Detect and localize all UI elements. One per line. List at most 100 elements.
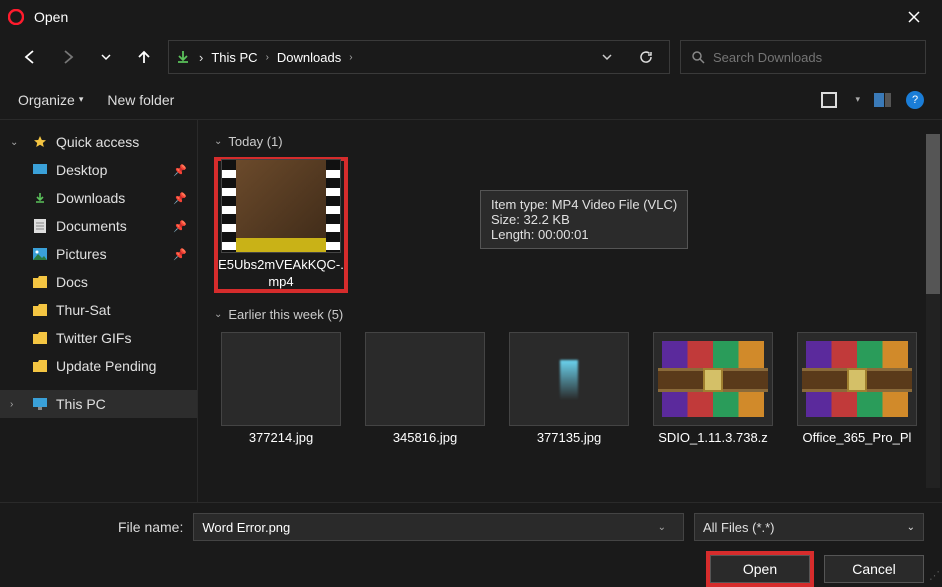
star-icon: [32, 134, 48, 150]
chevron-down-icon: ▾: [79, 94, 84, 105]
file-name: 377135.jpg: [537, 430, 601, 447]
file-item[interactable]: 377214.jpg: [216, 332, 346, 447]
file-item[interactable]: SDIO_1.11.3.738.z: [648, 332, 778, 447]
file-name: 377214.jpg: [249, 430, 313, 447]
file-item[interactable]: 377135.jpg: [504, 332, 634, 447]
file-content: ⌄ Today (1) E5Ubs2mVEAkKQC-.mp4 Item typ…: [198, 120, 942, 502]
scrollbar-thumb[interactable]: [926, 134, 940, 294]
sidebar-item-desktop[interactable]: Desktop 📌: [0, 156, 197, 184]
close-button[interactable]: [894, 1, 934, 33]
forward-button[interactable]: [54, 43, 82, 71]
search-box[interactable]: [680, 40, 926, 74]
address-dropdown[interactable]: [593, 43, 621, 71]
chevron-right-icon: ›: [10, 399, 24, 410]
sidebar: ⌄ Quick access Desktop 📌 Downloads 📌 Doc…: [0, 120, 198, 502]
sidebar-item-documents[interactable]: Documents 📌: [0, 212, 197, 240]
refresh-button[interactable]: [629, 40, 663, 74]
recent-dropdown[interactable]: [92, 43, 120, 71]
chevron-down-icon: ⌄: [214, 309, 222, 320]
sidebar-label: Docs: [56, 274, 88, 290]
back-button[interactable]: [16, 43, 44, 71]
file-type-filter[interactable]: All Files (*.*) ⌄: [694, 513, 924, 541]
sidebar-label: This PC: [56, 396, 106, 412]
sidebar-item-twitter-gifs[interactable]: Twitter GIFs: [0, 324, 197, 352]
sidebar-label: Thur-Sat: [56, 302, 110, 318]
sidebar-item-docs[interactable]: Docs: [0, 268, 197, 296]
address-bar[interactable]: › This PC › Downloads ›: [168, 40, 670, 74]
pin-icon: 📌: [173, 164, 187, 177]
file-name: SDIO_1.11.3.738.z: [658, 430, 768, 447]
tooltip-line: Length: 00:00:01: [491, 227, 677, 242]
pictures-icon: [32, 246, 48, 262]
download-folder-icon: [175, 49, 191, 65]
toolbar: Organize ▾ New folder ▾ ?: [0, 80, 942, 120]
folder-icon: [32, 330, 48, 346]
search-icon: [691, 50, 705, 64]
group-earlier[interactable]: ⌄ Earlier this week (5): [214, 307, 930, 322]
filename-label: File name:: [118, 519, 183, 535]
filename-input[interactable]: [202, 520, 657, 535]
view-mode-button[interactable]: [821, 92, 841, 108]
help-button[interactable]: ?: [906, 91, 924, 109]
pin-icon: 📌: [173, 192, 187, 205]
window-title: Open: [34, 9, 68, 25]
open-button[interactable]: Open: [710, 555, 810, 583]
filename-input-wrap[interactable]: ⌄: [193, 513, 684, 541]
pin-icon: 📌: [173, 220, 187, 233]
resize-grip[interactable]: ⋰: [929, 569, 940, 582]
sidebar-item-update-pending[interactable]: Update Pending: [0, 352, 197, 380]
sidebar-label: Update Pending: [56, 358, 156, 374]
chevron-right-icon: ›: [262, 52, 273, 63]
tooltip-line: Size: 32.2 KB: [491, 212, 677, 227]
chevron-down-icon: ⌄: [10, 137, 24, 148]
folder-icon: [32, 302, 48, 318]
folder-icon: [32, 358, 48, 374]
sidebar-this-pc[interactable]: › This PC: [0, 390, 197, 418]
new-folder-button[interactable]: New folder: [107, 92, 174, 108]
sidebar-item-thur-sat[interactable]: Thur-Sat: [0, 296, 197, 324]
file-name: E5Ubs2mVEAkKQC-.mp4: [216, 257, 346, 291]
file-name: 345816.jpg: [393, 430, 457, 447]
organize-button[interactable]: Organize ▾: [18, 92, 83, 108]
titlebar: Open: [0, 0, 942, 34]
image-thumbnail: [509, 332, 629, 426]
tooltip-line: Item type: MP4 Video File (VLC): [491, 197, 677, 212]
chevron-down-icon: ⌄: [214, 136, 222, 147]
folder-icon: [32, 274, 48, 290]
view-dropdown[interactable]: ▾: [855, 94, 860, 105]
sidebar-item-pictures[interactable]: Pictures 📌: [0, 240, 197, 268]
file-item-selected[interactable]: E5Ubs2mVEAkKQC-.mp4: [216, 159, 346, 291]
breadcrumb-item[interactable]: This PC: [211, 50, 257, 65]
preview-pane-button[interactable]: [874, 93, 892, 107]
chevron-right-icon: ›: [199, 50, 203, 65]
opera-logo-icon: [8, 8, 26, 26]
chevron-down-icon[interactable]: ⌄: [658, 522, 675, 533]
nav-row: › This PC › Downloads ›: [0, 34, 942, 80]
file-tooltip: Item type: MP4 Video File (VLC) Size: 32…: [480, 190, 688, 249]
video-thumbnail: [221, 159, 341, 253]
chevron-right-icon: ›: [345, 52, 356, 63]
file-name: Office_365_Pro_Pl: [803, 430, 912, 447]
download-icon: [32, 190, 48, 206]
filter-label: All Files (*.*): [703, 520, 775, 535]
archive-thumbnail: [797, 332, 917, 426]
sidebar-quick-access[interactable]: ⌄ Quick access: [0, 128, 197, 156]
up-button[interactable]: [130, 43, 158, 71]
sidebar-label: Pictures: [56, 246, 107, 262]
breadcrumb: This PC › Downloads ›: [211, 50, 585, 65]
sidebar-label: Quick access: [56, 134, 139, 150]
monitor-icon: [32, 396, 48, 412]
search-input[interactable]: [713, 50, 915, 65]
group-today[interactable]: ⌄ Today (1): [214, 134, 930, 149]
sidebar-label: Downloads: [56, 190, 125, 206]
breadcrumb-item[interactable]: Downloads: [277, 50, 341, 65]
sidebar-item-downloads[interactable]: Downloads 📌: [0, 184, 197, 212]
file-item[interactable]: Office_365_Pro_Pl: [792, 332, 922, 447]
archive-thumbnail: [653, 332, 773, 426]
chevron-down-icon: ⌄: [907, 522, 915, 533]
cancel-button[interactable]: Cancel: [824, 555, 924, 583]
scrollbar[interactable]: [926, 120, 940, 502]
sidebar-label: Documents: [56, 218, 127, 234]
sidebar-label: Twitter GIFs: [56, 330, 131, 346]
file-item[interactable]: 345816.jpg: [360, 332, 490, 447]
